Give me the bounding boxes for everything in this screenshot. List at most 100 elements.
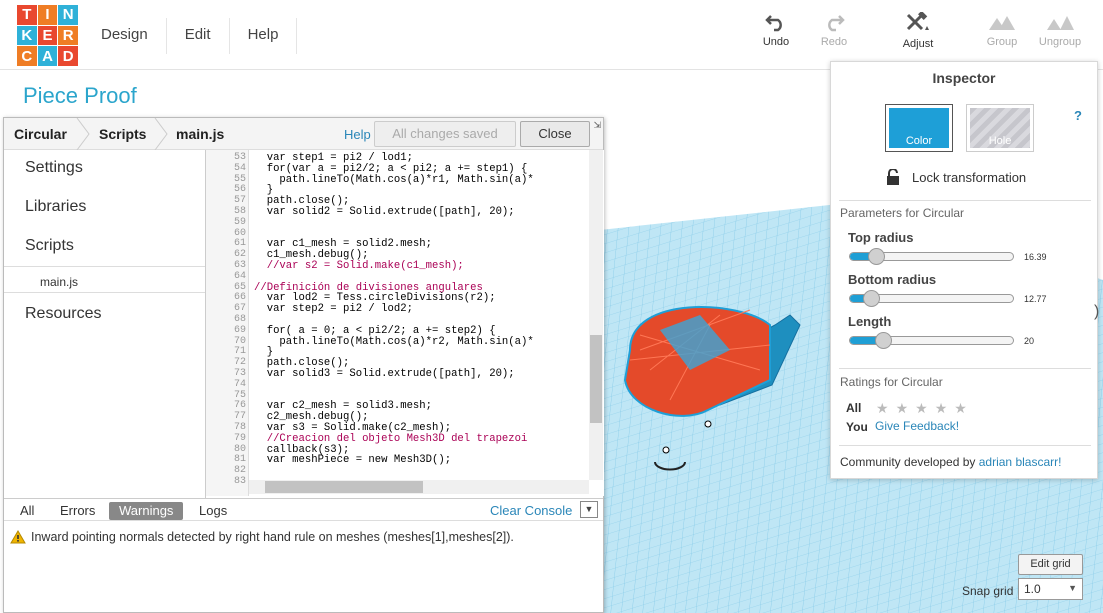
- adjust-icon: [906, 12, 929, 31]
- sidebar-item-main-js[interactable]: main.js: [4, 266, 205, 293]
- sidebar-item-resources[interactable]: Resources: [4, 296, 205, 334]
- code-line: var solid2 = Solid.extrude([path], 20);: [254, 206, 515, 218]
- star-icon[interactable]: ★: [935, 400, 948, 417]
- param-top-radius-label: Top radius: [848, 230, 914, 245]
- snap-grid-label: Snap grid: [962, 584, 1014, 598]
- console-warning-message: Inward pointing normals detected by righ…: [10, 530, 514, 544]
- menu-help[interactable]: Help: [228, 18, 298, 54]
- menu-design[interactable]: Design: [83, 18, 166, 54]
- group-label: Group: [986, 36, 1018, 48]
- star-icon[interactable]: ★: [876, 400, 889, 417]
- inspector-help-link[interactable]: ?: [1074, 108, 1082, 123]
- hole-label: Hole: [988, 135, 1012, 147]
- console-dropdown-button[interactable]: ▼: [580, 501, 598, 518]
- horizontal-scrollbar[interactable]: [249, 480, 589, 494]
- horizontal-scrollbar-thumb[interactable]: [265, 481, 423, 493]
- param-length-label: Length: [848, 314, 892, 329]
- top-bar: TIN KER CAD Design Edit Help Undo Redo Adj…: [0, 0, 1103, 70]
- star-icon[interactable]: ★: [954, 400, 967, 417]
- adjust-label: Adjust: [902, 38, 934, 50]
- sidebar-item-settings[interactable]: Settings: [4, 150, 205, 188]
- editor-sidebar: Settings Libraries Scripts main.js Resou…: [4, 150, 206, 498]
- close-button[interactable]: Close: [520, 121, 590, 147]
- adjust-button[interactable]: Adjust: [888, 12, 948, 50]
- redo-icon: [828, 15, 845, 32]
- vertical-scrollbar[interactable]: [589, 150, 603, 480]
- star-icon[interactable]: ★: [915, 400, 928, 417]
- param-bottom-radius-label: Bottom radius: [848, 272, 937, 287]
- vertical-scrollbar-thumb[interactable]: [590, 335, 602, 423]
- resize-icon[interactable]: ⇲: [593, 120, 601, 131]
- param-bottom-radius-value: 12.77: [1024, 294, 1047, 304]
- saved-status-button: All changes saved: [374, 121, 516, 147]
- code-line: var meshPiece = new Mesh3D();: [254, 454, 452, 467]
- tinkercad-logo[interactable]: TIN KER CAD: [17, 5, 78, 66]
- undo-label: Undo: [762, 36, 790, 48]
- redo-button[interactable]: Redo: [804, 12, 864, 48]
- edit-grid-button[interactable]: Edit grid: [1018, 554, 1083, 575]
- sidebar-item-scripts[interactable]: Scripts: [4, 228, 205, 266]
- lock-label: Lock transformation: [912, 169, 1027, 185]
- code-editor[interactable]: 53 54 55 56 57 58 59 60 61 62 63 64 65 66 67 68 69 70 71 72…: [206, 150, 604, 496]
- code-line: var step2 = pi2 / lod2;: [254, 303, 413, 316]
- ungroup-icon: [1047, 16, 1074, 30]
- menu-edit[interactable]: Edit: [165, 18, 229, 54]
- length-slider[interactable]: [849, 332, 1014, 349]
- chevron-right-icon: [76, 118, 90, 150]
- color-swatch[interactable]: Color: [885, 104, 953, 152]
- code-line: path.lineTo(Math.cos(a)*r2, Math.sin(a)*: [254, 335, 534, 348]
- rating-stars: ★ ★ ★ ★ ★: [876, 400, 974, 417]
- line-number: 59: [233, 216, 246, 228]
- param-top-radius-value: 16.39: [1024, 252, 1047, 262]
- give-feedback-link[interactable]: Give Feedback!: [875, 419, 959, 433]
- page-title: Piece Proof: [23, 83, 137, 108]
- divider: [839, 368, 1091, 369]
- sidebar-item-libraries[interactable]: Libraries: [4, 189, 205, 227]
- main-menu: Design Edit Help: [83, 18, 298, 54]
- logo-letter: E: [37, 25, 58, 46]
- logo-letter: A: [37, 46, 58, 66]
- panel-collapse-handle[interactable]: ): [1094, 303, 1099, 321]
- breadcrumb-circular[interactable]: Circular: [14, 126, 67, 142]
- inspector-panel: Inspector Color Hole ? Lock transformati…: [830, 61, 1098, 479]
- help-link[interactable]: Help: [344, 127, 371, 142]
- console-panel: All Errors Warnings Logs Clear Console ▼…: [4, 498, 603, 612]
- params-header: Parameters for Circular: [840, 206, 965, 220]
- undo-button[interactable]: Undo: [746, 12, 806, 48]
- top-radius-slider[interactable]: [849, 248, 1014, 265]
- slider-knob[interactable]: [874, 332, 892, 349]
- logo-letter: C: [17, 46, 37, 66]
- line-number: 54: [233, 162, 246, 174]
- code-line: for( a = 0; a < pi2/2; a += step2) {: [254, 324, 496, 337]
- slider-knob[interactable]: [868, 248, 886, 265]
- hole-swatch[interactable]: Hole: [966, 104, 1034, 152]
- line-number: 83: [233, 476, 246, 487]
- code-line: for(var a = pi2/2; a < pi2; a += step1) …: [254, 162, 528, 175]
- line-number: 64: [233, 270, 246, 282]
- lock-transformation-toggle[interactable]: Lock transformation: [886, 169, 1026, 185]
- line-number: 79: [233, 432, 246, 444]
- logo-letter: I: [37, 5, 58, 25]
- code-line: //Creacion del objeto Mesh3D del trapezo…: [254, 432, 528, 445]
- group-button[interactable]: Group: [972, 12, 1032, 48]
- ungroup-button[interactable]: Ungroup: [1030, 12, 1090, 48]
- chevron-down-icon: ▼: [584, 504, 594, 514]
- logo-letter: N: [58, 5, 78, 25]
- console-tab-errors[interactable]: Errors: [50, 502, 105, 520]
- warning-text: Inward pointing normals detected by righ…: [31, 530, 514, 544]
- community-prefix: Community developed by: [840, 455, 976, 469]
- line-number: 69: [233, 324, 246, 336]
- console-tab-logs[interactable]: Logs: [189, 502, 237, 520]
- clear-console-link[interactable]: Clear Console: [490, 503, 572, 518]
- star-icon[interactable]: ★: [896, 400, 909, 417]
- script-editor-panel: Circular Scripts main.js Help All change…: [3, 117, 604, 613]
- slider-knob[interactable]: [863, 290, 881, 307]
- console-tab-warnings[interactable]: Warnings: [109, 502, 184, 520]
- bottom-radius-slider[interactable]: [849, 290, 1014, 307]
- author-link[interactable]: adrian blascarr!: [979, 455, 1062, 469]
- code-line: var solid3 = Solid.extrude([path], 20);: [254, 368, 515, 380]
- console-tab-all[interactable]: All: [10, 502, 44, 520]
- snap-grid-select[interactable]: 1.0 ▼: [1018, 578, 1083, 600]
- breadcrumb-scripts[interactable]: Scripts: [99, 126, 146, 142]
- breadcrumb-main-js: main.js: [176, 126, 225, 142]
